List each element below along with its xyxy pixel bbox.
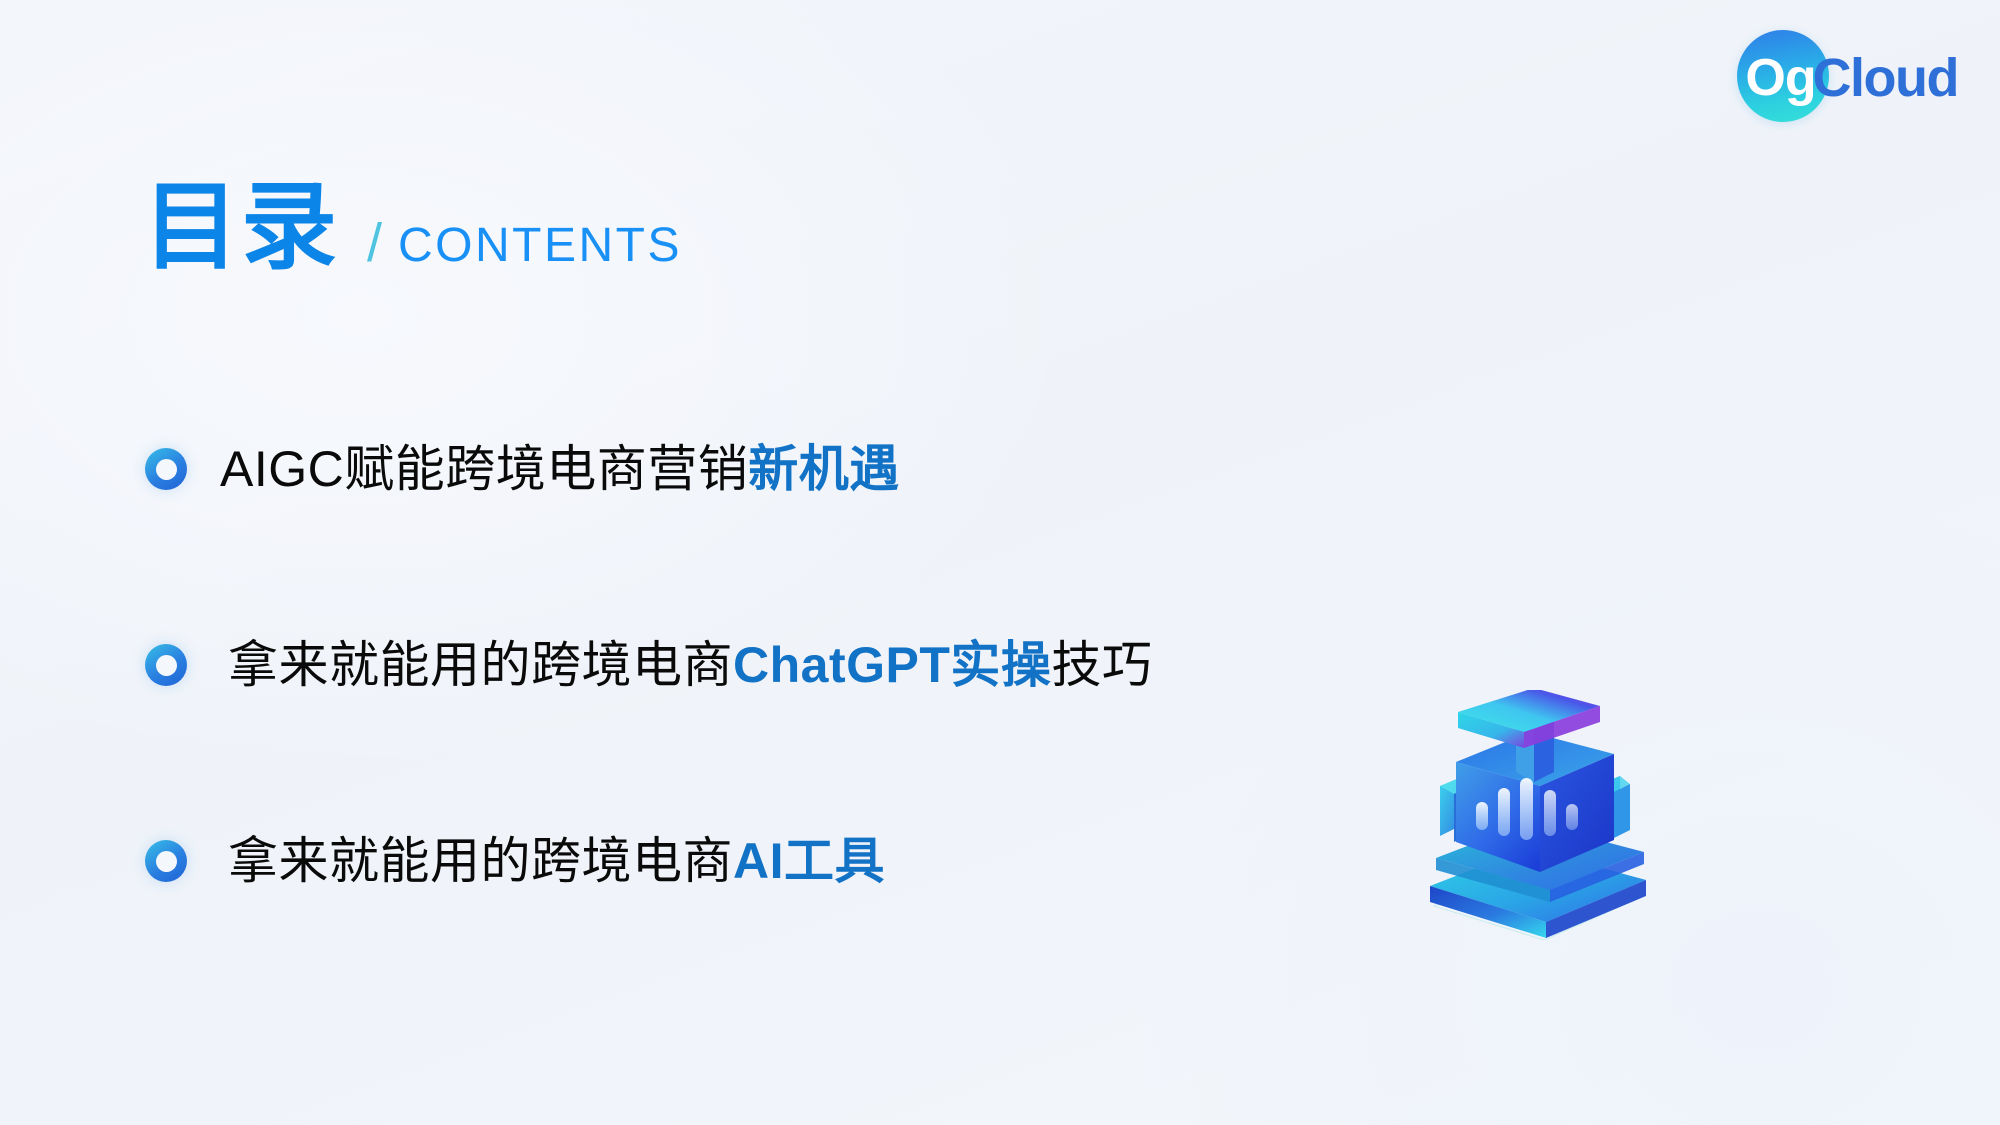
ring-bullet-icon bbox=[145, 644, 187, 686]
brand-logo[interactable]: Og Cloud bbox=[1736, 30, 1960, 122]
contents-item-label-3: 拿来就能用的跨境电商AI工具 bbox=[220, 832, 885, 889]
page-title: 目录 / CONTENTS bbox=[143, 180, 682, 276]
list-item[interactable]: AIGC赋能跨境电商营销新机遇 bbox=[145, 424, 1345, 514]
page-title-en: CONTENTS bbox=[398, 219, 683, 272]
logo-wordmark: Cloud bbox=[1812, 48, 1960, 108]
contents-item-3-highlight: AI工具 bbox=[733, 832, 885, 889]
isometric-ai-robot-illustration bbox=[1378, 690, 1678, 940]
contents-list: AIGC赋能跨境电商营销新机遇 拿来就能用的跨境电商ChatGPT实操技巧 拿来… bbox=[145, 424, 1345, 906]
title-separator: / bbox=[367, 213, 383, 273]
ring-bullet-icon bbox=[145, 448, 187, 490]
list-item[interactable]: 拿来就能用的跨境电商AI工具 bbox=[145, 816, 1345, 906]
contents-item-2-part-3: 技巧 bbox=[1051, 636, 1153, 693]
page-title-cn: 目录 bbox=[143, 174, 339, 281]
logo-mark-text: Og bbox=[1745, 49, 1816, 107]
contents-item-1-part-1: AIGC赋能跨境电商营销 bbox=[220, 440, 749, 497]
ring-bullet-icon bbox=[145, 840, 187, 882]
contents-item-2-highlight: ChatGPT实操 bbox=[733, 636, 1052, 693]
list-item[interactable]: 拿来就能用的跨境电商ChatGPT实操技巧 bbox=[145, 620, 1345, 710]
contents-item-3-part-1: 拿来就能用的跨境电商 bbox=[228, 832, 733, 889]
contents-item-label-2: 拿来就能用的跨境电商ChatGPT实操技巧 bbox=[220, 636, 1153, 693]
contents-item-label-1: AIGC赋能跨境电商营销新机遇 bbox=[220, 440, 900, 497]
contents-item-1-highlight: 新机遇 bbox=[748, 440, 900, 497]
slide-canvas: Og Cloud 目录 / CONTENTS AIGC赋能跨境电商营销新机遇 拿… bbox=[0, 0, 2000, 1125]
contents-item-2-part-1: 拿来就能用的跨境电商 bbox=[228, 636, 733, 693]
